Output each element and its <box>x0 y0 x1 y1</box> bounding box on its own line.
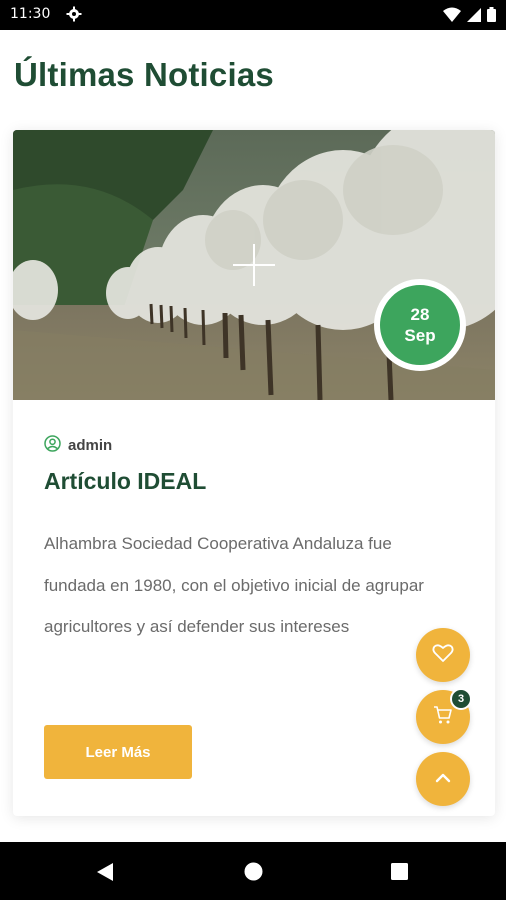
scroll-to-top-button[interactable] <box>416 752 470 806</box>
wifi-icon <box>443 7 461 26</box>
article-author: admin <box>44 435 112 456</box>
home-icon[interactable] <box>244 862 263 886</box>
article-title[interactable]: Artículo IDEAL <box>44 468 206 495</box>
date-month: Sep <box>404 326 436 345</box>
favorites-button[interactable] <box>416 628 470 682</box>
cart-icon <box>433 705 453 730</box>
main-content[interactable]: Últimas Noticias 28 Sep admin Artículo I… <box>0 30 506 842</box>
read-more-button[interactable]: Leer Más <box>44 725 192 779</box>
user-icon <box>44 435 61 456</box>
heart-icon <box>432 643 454 668</box>
cart-count-badge: 3 <box>450 688 472 710</box>
signal-icon <box>467 7 481 26</box>
status-time: 11:30 <box>10 6 51 22</box>
article-excerpt: Alhambra Sociedad Cooperativa Andaluza f… <box>44 534 424 636</box>
date-badge: 28 Sep <box>374 279 466 371</box>
status-bar: 11:30 <box>0 0 506 30</box>
page-title: Últimas Noticias <box>14 56 274 93</box>
system-navigation-bar <box>0 842 506 900</box>
settings-icon <box>66 6 82 26</box>
recents-icon[interactable] <box>391 863 408 885</box>
date-day: 28 <box>410 305 430 324</box>
author-name: admin <box>68 437 113 454</box>
chevron-up-icon <box>435 770 451 788</box>
battery-icon <box>487 7 496 26</box>
cart-button[interactable]: 3 <box>416 688 472 744</box>
back-icon[interactable] <box>96 862 114 887</box>
